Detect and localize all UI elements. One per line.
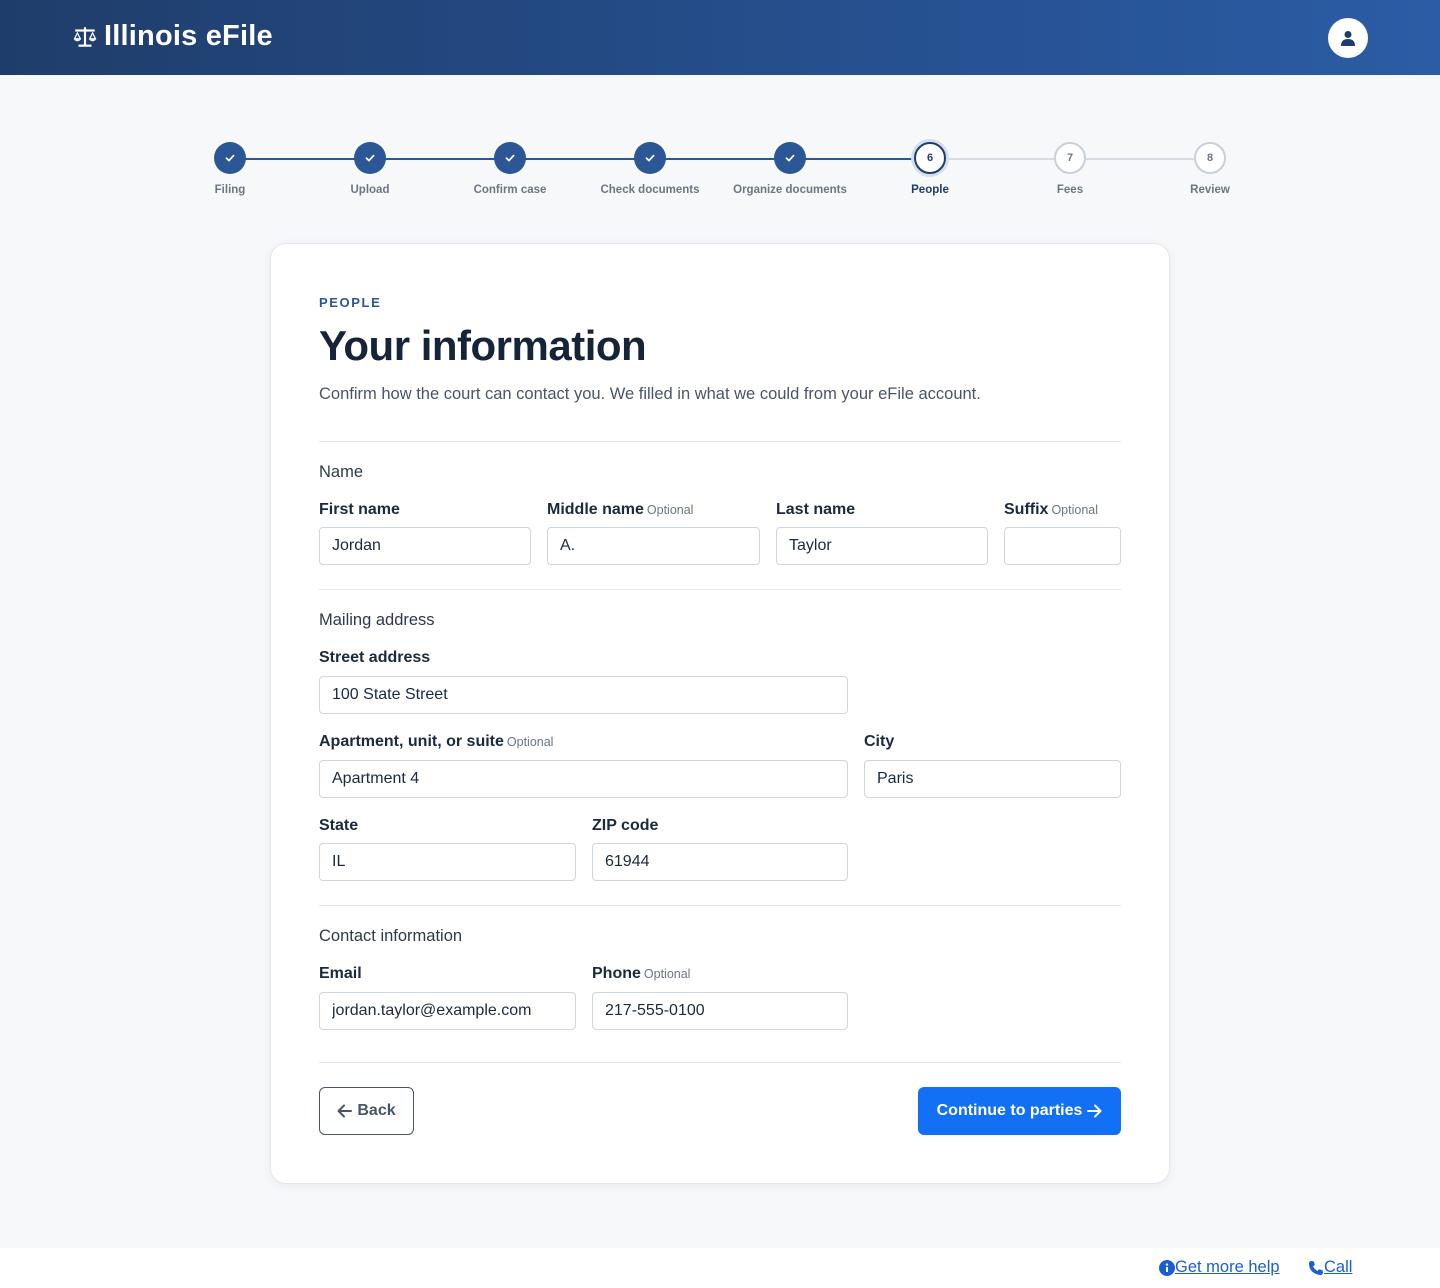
email-input[interactable]	[319, 992, 576, 1030]
step-number-badge: 7	[1054, 142, 1086, 174]
continue-button[interactable]: Continue to parties	[918, 1087, 1121, 1135]
step-label: Fees	[1056, 184, 1084, 196]
step-confirm-case[interactable]: Confirm case	[440, 142, 580, 196]
page-description: Confirm how the court can contact you. W…	[319, 385, 981, 403]
divider	[319, 905, 1121, 906]
zip-code-input[interactable]	[592, 843, 848, 881]
scales-icon	[73, 26, 97, 47]
step-label: Upload	[350, 184, 390, 196]
step-complete-badge	[214, 142, 246, 174]
step-filing[interactable]: Filing	[160, 142, 300, 196]
step-people: 6 People	[860, 142, 1000, 196]
phone-label: Phone Optional	[592, 965, 691, 982]
check-icon	[225, 154, 235, 162]
state-label: State	[319, 817, 359, 834]
last-name-input[interactable]	[776, 527, 988, 565]
step-upload[interactable]: Upload	[300, 142, 440, 196]
step-complete-badge	[634, 142, 666, 174]
optional-tag: Optional	[1051, 503, 1099, 517]
app-title: Illinois eFile	[104, 20, 273, 52]
step-organize-documents[interactable]: Organize documents	[720, 142, 860, 196]
zip-code-label: ZIP code	[592, 817, 659, 834]
step-fees: 7 Fees	[1000, 142, 1140, 196]
arrow-left-icon	[337, 1104, 353, 1118]
section-eyebrow: PEOPLE	[319, 295, 382, 310]
step-label: Organize documents	[733, 184, 847, 196]
phone-input[interactable]	[592, 992, 848, 1030]
home-link[interactable]: Illinois eFile	[72, 20, 273, 53]
footer: Get more help Call	[0, 1248, 1440, 1288]
back-button-label: Back	[357, 1102, 396, 1119]
suffix-input[interactable]	[1004, 527, 1121, 565]
info-icon	[1159, 1259, 1175, 1276]
city-input[interactable]	[864, 760, 1121, 798]
step-complete-badge	[774, 142, 806, 174]
optional-tag: Optional	[646, 503, 694, 517]
optional-tag: Optional	[506, 735, 554, 749]
check-icon	[645, 154, 655, 162]
check-icon	[505, 154, 515, 162]
step-label: People	[911, 184, 949, 196]
step-check-documents[interactable]: Check documents	[580, 142, 720, 196]
step-label: Confirm case	[473, 184, 547, 196]
step-complete-badge	[354, 142, 386, 174]
divider	[319, 589, 1121, 590]
middle-name-label: Middle name Optional	[547, 501, 694, 518]
first-name-input[interactable]	[319, 527, 531, 565]
state-input[interactable]	[319, 843, 576, 881]
contact-section-title: Contact information	[319, 927, 463, 945]
step-label: Check documents	[600, 184, 700, 196]
step-label: Filing	[214, 184, 246, 196]
progress-stepper: Filing Upload Confirm case Check documen…	[0, 142, 1440, 202]
step-label: Review	[1190, 184, 1230, 196]
step-number-badge: 6	[914, 142, 946, 174]
street-address-label: Street address	[319, 649, 431, 666]
step-complete-badge	[494, 142, 526, 174]
city-label: City	[864, 733, 895, 750]
arrow-right-icon	[1087, 1104, 1102, 1118]
check-icon	[365, 154, 375, 162]
street-address-input[interactable]	[319, 676, 848, 714]
step-review: 8 Review	[1140, 142, 1280, 196]
get-more-help-label: Get more help	[1175, 1258, 1280, 1276]
user-icon	[1341, 31, 1355, 46]
first-name-label: First name	[319, 501, 400, 518]
suffix-label: Suffix Optional	[1004, 501, 1099, 518]
email-label: Email	[319, 965, 362, 982]
call-link[interactable]: Call	[1308, 1258, 1352, 1277]
phone-icon	[1309, 1260, 1323, 1275]
divider	[319, 1062, 1121, 1063]
get-more-help-link[interactable]: Get more help	[1159, 1258, 1280, 1277]
apartment-label: Apartment, unit, or suite Optional	[319, 733, 554, 750]
continue-button-label: Continue to parties	[936, 1102, 1083, 1119]
last-name-label: Last name	[776, 501, 856, 518]
middle-name-input[interactable]	[547, 527, 760, 565]
back-button[interactable]: Back	[319, 1087, 414, 1135]
divider	[319, 441, 1121, 442]
step-number-badge: 8	[1194, 142, 1226, 174]
name-section-title: Name	[319, 463, 364, 481]
address-section-title: Mailing address	[319, 611, 435, 629]
account-button[interactable]	[1328, 18, 1368, 58]
form-card: PEOPLE Your information Confirm how the …	[270, 243, 1170, 1184]
page-title: Your information	[319, 322, 647, 369]
optional-tag: Optional	[643, 967, 691, 981]
top-bar: Illinois eFile	[0, 0, 1440, 75]
check-icon	[785, 154, 795, 162]
call-label: Call	[1324, 1258, 1353, 1276]
apartment-input[interactable]	[319, 760, 848, 798]
